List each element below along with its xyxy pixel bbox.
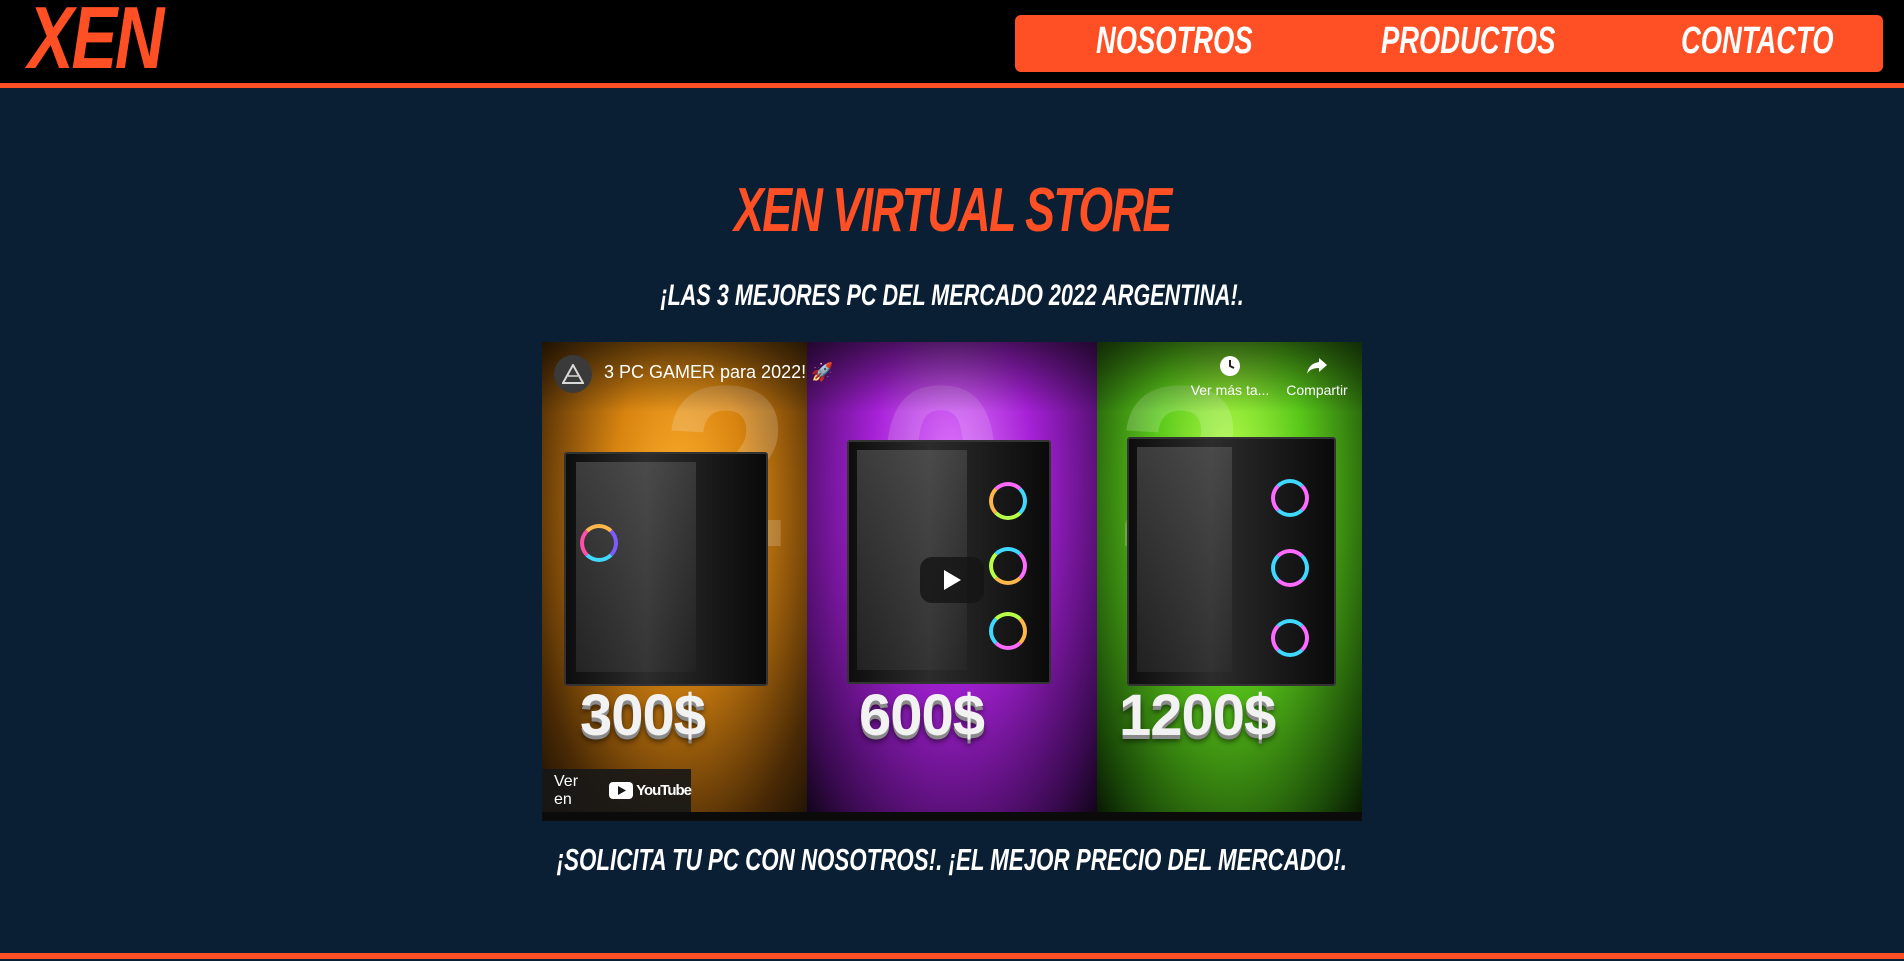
page-title-text: XEN VIRTUAL STORE — [733, 176, 1172, 245]
play-button[interactable] — [920, 557, 984, 603]
video-title[interactable]: 3 PC GAMER para 2022! 🚀 — [604, 362, 834, 383]
youtube-video-embed[interactable]: 2 300$ 0 600$ 2 1200$ 3 PC G — [542, 342, 1362, 821]
rgb-fan-graphic — [1271, 479, 1309, 517]
channel-logo-icon — [562, 364, 584, 384]
rgb-fan-graphic — [1271, 549, 1309, 587]
share-label: Compartir — [1286, 382, 1348, 398]
nav-link-contacto[interactable]: CONTACTO — [1681, 20, 1834, 63]
video-bottom-bar — [542, 812, 1362, 821]
thumbnail-panel-300: 2 300$ — [542, 342, 817, 812]
youtube-logo: YouTube — [609, 782, 692, 799]
footer-divider — [0, 953, 1904, 959]
rgb-fan-graphic — [1271, 619, 1309, 657]
clock-icon — [1220, 356, 1240, 376]
watch-on-youtube-button[interactable]: Ver en YouTube — [542, 769, 692, 812]
page-subtitle: ¡LAS 3 MEJORES PC DEL MERCADO 2022 ARGEN… — [0, 281, 1904, 311]
page-tagline: ¡SOLICITA TU PC CON NOSOTROS!. ¡EL MEJOR… — [0, 844, 1904, 875]
page-subtitle-text: ¡LAS 3 MEJORES PC DEL MERCADO 2022 ARGEN… — [660, 279, 1244, 312]
rgb-fan-graphic — [580, 524, 618, 562]
watch-later-label: Ver más ta... — [1190, 382, 1270, 398]
rgb-fan-graphic — [989, 612, 1027, 650]
youtube-play-icon — [609, 782, 634, 799]
pc-case-image — [1127, 437, 1336, 686]
page-title: XEN VIRTUAL STORE — [0, 180, 1904, 242]
thumbnail-panel-1200: 2 1200$ — [1097, 342, 1362, 812]
thumbnail-price-1200: 1200$ — [1119, 683, 1276, 748]
share-icon — [1307, 358, 1327, 374]
nav-link-productos[interactable]: PRODUCTOS — [1381, 20, 1555, 63]
share-button[interactable]: Compartir — [1272, 354, 1362, 398]
nav-link-nosotros[interactable]: NOSOTROS — [1096, 20, 1253, 63]
main-nav: NOSOTROS PRODUCTOS CONTACTO — [1015, 15, 1883, 72]
site-logo[interactable]: XEN — [28, 0, 164, 82]
watch-later-button[interactable]: Ver más ta... — [1185, 354, 1275, 398]
youtube-wordmark: YouTube — [636, 782, 692, 799]
page-tagline-text: ¡SOLICITA TU PC CON NOSOTROS!. ¡EL MEJOR… — [556, 842, 1348, 877]
watch-on-label: Ver en — [554, 772, 579, 808]
thumbnail-price-300: 300$ — [580, 683, 706, 748]
rgb-fan-graphic — [989, 547, 1027, 585]
rgb-fan-graphic — [989, 482, 1027, 520]
channel-avatar[interactable] — [554, 355, 592, 393]
thumbnail-price-600: 600$ — [859, 683, 985, 748]
pc-case-image — [564, 452, 768, 686]
site-header: XEN NOSOTROS PRODUCTOS CONTACTO — [0, 0, 1904, 88]
play-icon — [944, 570, 961, 590]
